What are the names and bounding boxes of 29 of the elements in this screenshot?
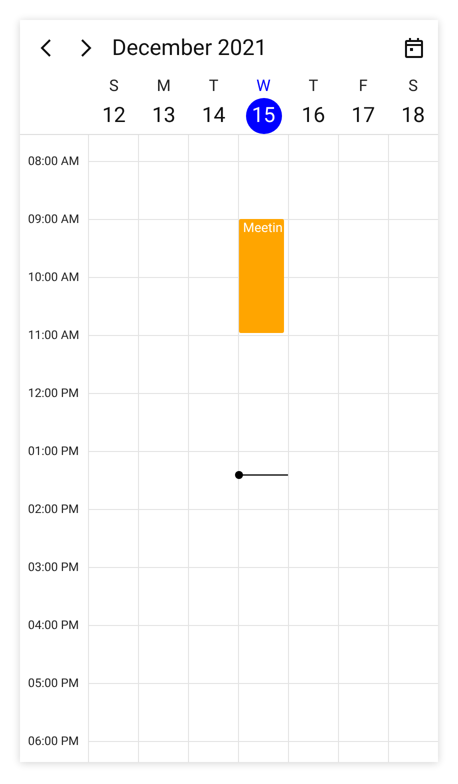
date-label[interactable]: 13 — [146, 98, 182, 134]
time-label: 01:00 PM — [27, 443, 80, 459]
calendar-icon[interactable] — [402, 36, 426, 60]
weekday-label: M — [156, 76, 171, 96]
date-label[interactable]: 14 — [196, 98, 232, 134]
time-label: 06:00 PM — [27, 733, 80, 749]
date-label[interactable]: 18 — [395, 98, 432, 134]
date-label[interactable]: 17 — [345, 98, 382, 134]
weekday-label: S — [109, 76, 119, 96]
time-label: 09:00 AM — [27, 211, 80, 227]
chevron-right-icon — [79, 38, 93, 58]
time-label: 03:00 PM — [27, 559, 80, 575]
month-title[interactable]: December 2021 — [112, 36, 402, 60]
weekday-label: S — [408, 76, 418, 96]
weekday-label: T — [308, 76, 318, 96]
weekday-label: W — [256, 76, 271, 96]
time-label: 12:00 PM — [27, 385, 80, 401]
date-label[interactable]: 15 — [246, 98, 282, 134]
weekday-label: T — [208, 76, 218, 96]
time-label: 10:00 AM — [27, 269, 80, 285]
time-label: 02:00 PM — [27, 501, 80, 517]
time-label: 08:00 AM — [27, 153, 80, 169]
time-label: 11:00 AM — [27, 327, 80, 343]
time-label: 04:00 PM — [27, 617, 80, 633]
time-label: 05:00 PM — [27, 675, 80, 691]
weekday-label: F — [358, 76, 368, 96]
chevron-left-icon — [39, 38, 53, 58]
date-label[interactable]: 16 — [295, 98, 332, 134]
date-label[interactable]: 12 — [96, 98, 132, 134]
